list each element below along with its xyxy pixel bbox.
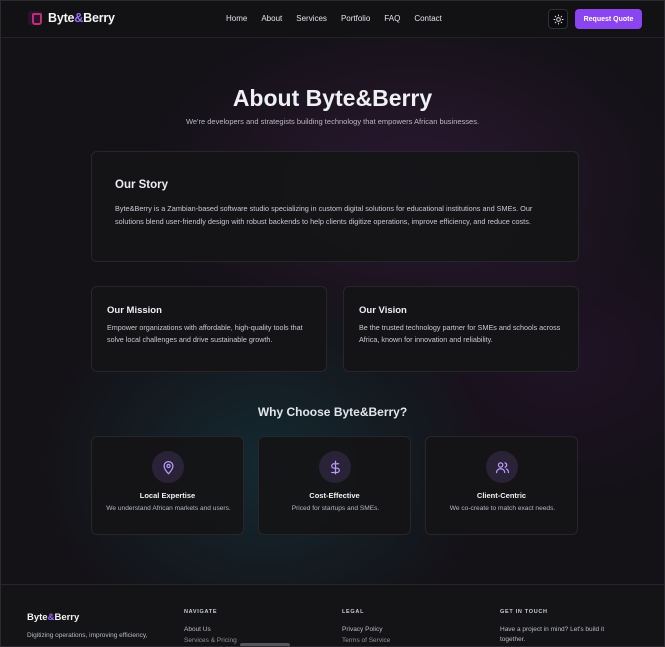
nav-link-portfolio[interactable]: Portfolio (341, 14, 370, 23)
footer-contact-text: Have a project in mind? Let's build it t… (500, 626, 605, 643)
feature-title: Cost-Effective (309, 491, 360, 500)
request-quote-button[interactable]: Request Quote (575, 9, 642, 29)
feature-body: Priced for startups and SMEs. (291, 505, 380, 512)
feature-title: Client-Centric (476, 491, 527, 500)
sun-icon (552, 13, 564, 25)
feature-body: We understand African markets and users. (106, 505, 231, 512)
feature-icon-wrap (486, 451, 518, 483)
top-navbar: Byte&Berry Home About Services Portfolio… (0, 0, 665, 38)
dollar-icon (330, 460, 340, 474)
users-icon (495, 461, 509, 473)
mission-card: Our Mission Empower organizations with a… (91, 286, 327, 372)
story-body: Byte&Berry is a Zambian-based software s… (115, 204, 533, 226)
footer-link-services[interactable]: Services & Pricing (184, 637, 237, 644)
page-title: About Byte&Berry (232, 85, 433, 111)
footer-brand[interactable]: Byte&Berry (27, 612, 79, 623)
our-story-card: Our Story Byte&Berry is a Zambian-based … (91, 151, 579, 262)
brand-mark-icon (28, 11, 42, 25)
mission-title: Our Mission (107, 305, 162, 316)
feature-icon-wrap (152, 451, 184, 483)
footer-link-about[interactable]: About Us (184, 625, 237, 635)
vision-body: Be the trusted technology partner for SM… (359, 323, 561, 344)
footer-legal-column: LEGAL Privacy Policy Terms of Service (342, 609, 390, 644)
footer-heading: NAVIGATE (184, 609, 218, 615)
feature-card-cost-effective: Cost-Effective Priced for startups and S… (258, 436, 411, 535)
why-choose-heading: Why Choose Byte&Berry? (257, 405, 408, 419)
footer-link-privacy[interactable]: Privacy Policy (342, 625, 390, 635)
footer-link-terms[interactable]: Terms of Service (342, 637, 390, 644)
footer-contact-column: GET IN TOUCH Have a project in mind? Let… (500, 609, 630, 645)
nav-links: Home About Services Portfolio FAQ Contac… (226, 14, 442, 23)
map-pin-icon (163, 460, 173, 474)
feature-card-client-centric: Client-Centric We co-create to match exa… (425, 436, 578, 535)
footer-heading: LEGAL (342, 609, 365, 615)
site-footer: Byte&Berry Digitizing operations, improv… (0, 584, 665, 647)
feature-title: Local Expertise (139, 491, 196, 500)
feature-card-local-expertise: Local Expertise We understand African ma… (91, 436, 244, 535)
footer-navigate-column: NAVIGATE About Us Services & Pricing (184, 609, 237, 644)
brand-name: Byte&Berry (48, 11, 115, 25)
nav-link-services[interactable]: Services (296, 14, 327, 23)
nav-link-faq[interactable]: FAQ (384, 14, 400, 23)
vision-card: Our Vision Be the trusted technology par… (343, 286, 579, 372)
footer-description: Digitizing operations, improving efficie… (27, 632, 148, 639)
story-title: Our Story (115, 179, 169, 191)
theme-toggle-button[interactable] (548, 9, 568, 29)
feature-icon-wrap (319, 451, 351, 483)
page-subtitle: We're developers and strategists buildin… (185, 117, 480, 126)
footer-heading: GET IN TOUCH (500, 609, 548, 615)
brand-logo-link[interactable]: Byte&Berry (28, 11, 115, 25)
feature-body: We co-create to match exact needs. (449, 505, 556, 512)
nav-link-contact[interactable]: Contact (414, 14, 442, 23)
vision-title: Our Vision (359, 305, 407, 316)
nav-link-about[interactable]: About (261, 14, 282, 23)
horizontal-scrollbar[interactable] (240, 643, 290, 647)
nav-link-home[interactable]: Home (226, 14, 247, 23)
mission-body: Empower organizations with affordable, h… (107, 323, 303, 344)
